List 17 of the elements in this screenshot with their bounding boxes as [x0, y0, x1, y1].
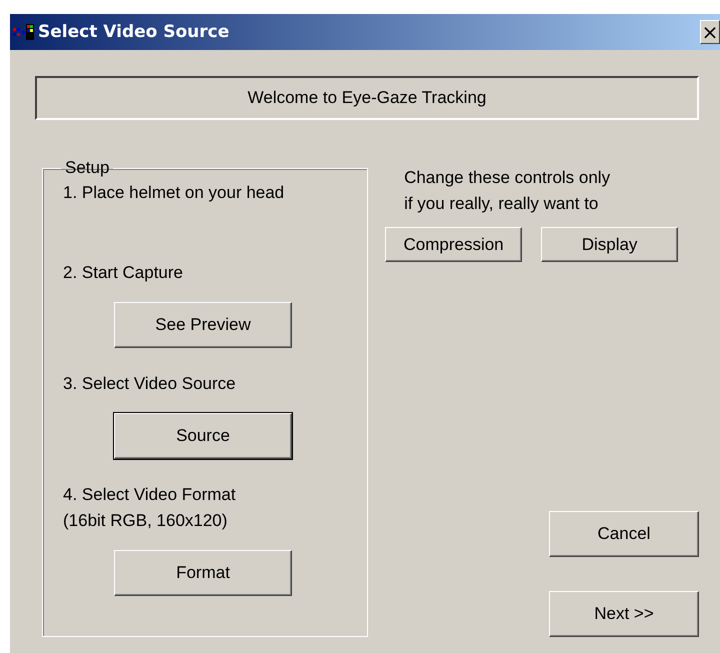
- window-title: Select Video Source: [38, 22, 230, 42]
- step-label: 1. Place helmet on your head: [63, 182, 286, 204]
- settings-button[interactable]: Compression: [385, 227, 522, 262]
- app-icon: [13, 23, 35, 41]
- warning-note: Change these controls only if you really, really want to: [404, 167, 612, 215]
- step-label: 4. Select Video Format (16bit RGB, 160x120): [63, 484, 237, 532]
- step-label: 2. Start Capture: [63, 262, 184, 284]
- dialog-button[interactable]: Cancel: [549, 511, 699, 557]
- group-label: Setup: [64, 158, 110, 178]
- close-button[interactable]: ×: [700, 20, 720, 44]
- step-label: 3. Select Video Source: [63, 373, 237, 395]
- step-button[interactable]: See Preview: [114, 302, 292, 348]
- dialog-button[interactable]: Next >>: [549, 591, 699, 637]
- settings-button[interactable]: Display: [541, 227, 678, 262]
- welcome-banner: Welcome to Eye-Gaze Tracking: [35, 76, 699, 120]
- step-button[interactable]: Format: [114, 550, 292, 596]
- step-button[interactable]: Source: [114, 413, 292, 459]
